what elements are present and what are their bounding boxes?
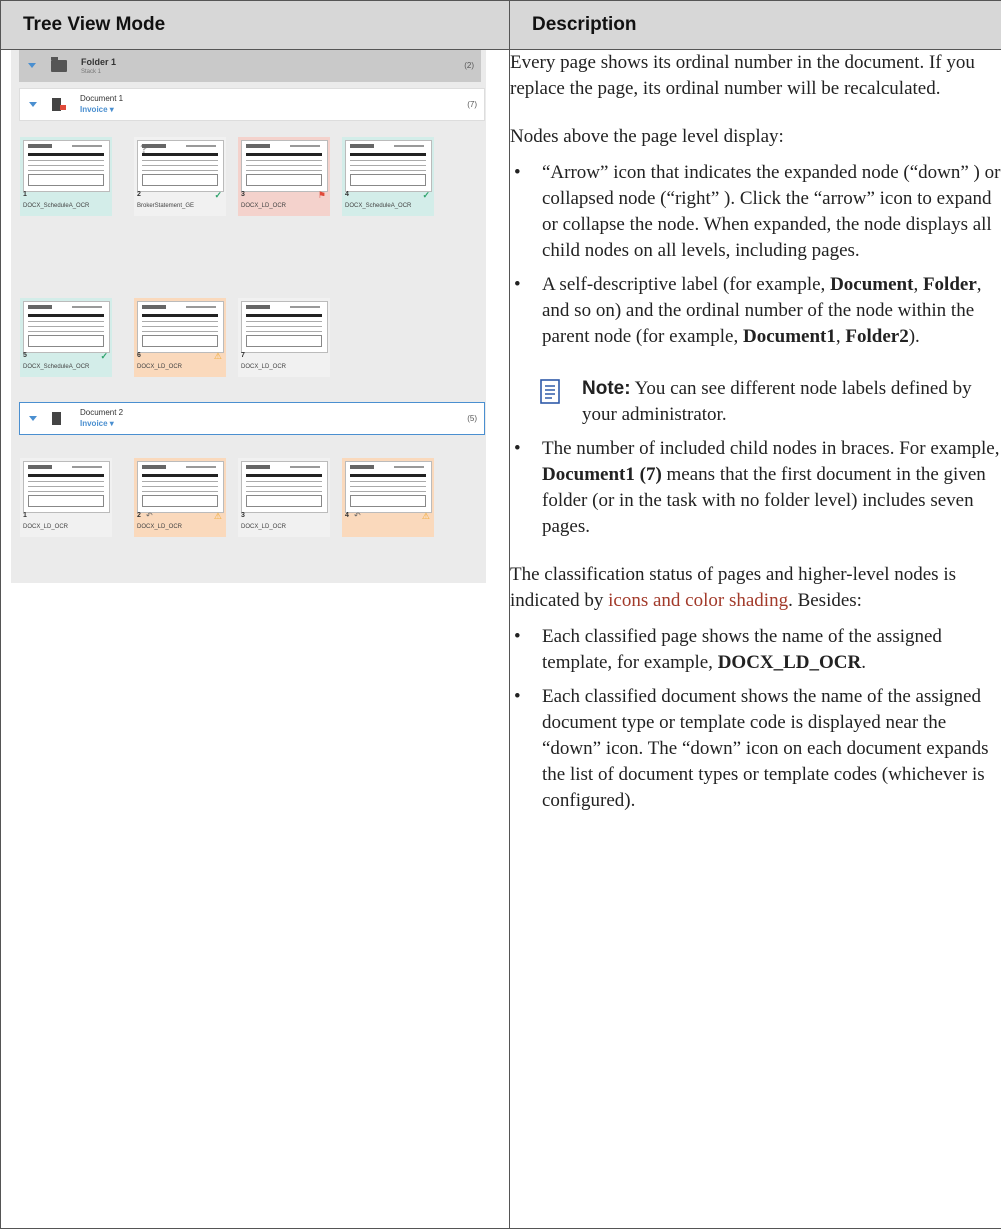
page-thumbnail[interactable]: 5 DOCX_ScheduleA_OCR ✓ bbox=[20, 298, 112, 377]
page-image bbox=[23, 301, 110, 353]
page-number: 3 bbox=[241, 191, 245, 198]
list-item: •A self-descriptive label (for example, … bbox=[510, 272, 1001, 428]
page-number: 1 bbox=[23, 191, 27, 198]
page-thumbnail[interactable]: 3 DOCX_LD_OCR bbox=[238, 458, 330, 537]
warning-icon: ⚠ bbox=[214, 511, 222, 521]
column-header-description: Description bbox=[510, 1, 1001, 50]
note-text: You can see different node labels define… bbox=[582, 378, 972, 425]
page-template-name: DOCX_LD_OCR bbox=[137, 524, 182, 530]
page-number: 7 bbox=[241, 352, 245, 359]
note: Note: You can see different node labels … bbox=[510, 376, 1001, 428]
tree-view-cell: Folder 1 Stack 1 (2) Document 1 Invoice … bbox=[1, 50, 510, 1229]
paragraph: Every page shows its ordinal number in t… bbox=[510, 50, 1001, 102]
warning-icon: ⚠ bbox=[214, 351, 222, 361]
page-image bbox=[241, 140, 328, 192]
page-number: 1 bbox=[23, 512, 27, 519]
flag-icon bbox=[60, 105, 66, 110]
page-template-name: DOCX_ScheduleA_OCR bbox=[345, 203, 411, 209]
page-image bbox=[23, 461, 110, 513]
page-number: 3 bbox=[241, 512, 245, 519]
page-thumbnail[interactable]: ?2 BrokerStatement_GE ✓ bbox=[134, 137, 226, 216]
list-item: •“Arrow” icon that indicates the expande… bbox=[510, 160, 1001, 264]
page-template-name: DOCX_LD_OCR bbox=[241, 203, 286, 209]
folder-icon bbox=[51, 60, 67, 72]
page-number: 6 bbox=[137, 352, 141, 359]
page-thumbnail[interactable]: 2 ↶ DOCX_LD_OCR ⚠ bbox=[134, 458, 226, 537]
page-template-name: DOCX_LD_OCR bbox=[241, 364, 286, 370]
bullet-icon: • bbox=[514, 272, 521, 298]
list-item: •Each classified page shows the name of … bbox=[510, 624, 1001, 676]
document-icon bbox=[52, 412, 61, 425]
bullet-list: •Each classified page shows the name of … bbox=[510, 624, 1001, 814]
page-image: ? bbox=[137, 140, 224, 192]
description-cell: Every page shows its ordinal number in t… bbox=[510, 50, 1001, 1229]
check-icon: ✓ bbox=[422, 190, 430, 200]
document-node[interactable]: Document 1 Invoice ▾ (7) bbox=[19, 88, 485, 121]
document-type-dropdown[interactable]: Invoice ▾ bbox=[80, 419, 114, 428]
page-template-name: BrokerStatement_GE bbox=[137, 203, 194, 209]
tree-view-screenshot: Folder 1 Stack 1 (2) Document 1 Invoice … bbox=[11, 50, 486, 583]
column-header-tree-view: Tree View Mode bbox=[1, 1, 510, 50]
list-item: •The number of included child nodes in b… bbox=[510, 436, 1001, 540]
folder-count: (2) bbox=[464, 61, 474, 70]
folder-subtitle: Stack 1 bbox=[81, 69, 101, 75]
page-template-name: DOCX_LD_OCR bbox=[137, 364, 182, 370]
page-number: 4 bbox=[345, 191, 349, 198]
note-icon bbox=[540, 379, 562, 405]
page-template-name: DOCX_LD_OCR bbox=[241, 524, 286, 530]
page-template-name: DOCX_ScheduleA_OCR bbox=[23, 203, 89, 209]
check-icon: ✓ bbox=[100, 351, 108, 361]
page-thumbnail[interactable]: 4 ↶ ⚠ bbox=[342, 458, 434, 537]
paragraph: The classification status of pages and h… bbox=[510, 562, 1001, 614]
check-icon: ✓ bbox=[214, 190, 222, 200]
page-image bbox=[137, 301, 224, 353]
bullet-icon: • bbox=[514, 624, 521, 650]
page-image bbox=[23, 140, 110, 192]
page-thumbnail[interactable]: 3 DOCX_LD_OCR ⚑ bbox=[238, 137, 330, 216]
document-count: (7) bbox=[467, 100, 477, 109]
page-number: 4 bbox=[345, 512, 349, 519]
page-number: 5 bbox=[23, 352, 27, 359]
description-table: Tree View Mode Description Folder 1 Stac… bbox=[0, 0, 1001, 1229]
bullet-icon: • bbox=[514, 436, 521, 462]
warning-icon: ⚠ bbox=[422, 511, 430, 521]
document-type-dropdown[interactable]: Invoice ▾ bbox=[80, 105, 114, 114]
page-template-name: DOCX_LD_OCR bbox=[23, 524, 68, 530]
page-thumbnail[interactable]: 1 DOCX_LD_OCR bbox=[20, 458, 112, 537]
page-image bbox=[345, 140, 432, 192]
replaced-arrow-icon: ↶ bbox=[354, 511, 361, 520]
folder-title: Folder 1 bbox=[81, 57, 116, 67]
flag-icon: ⚑ bbox=[318, 190, 326, 200]
expand-arrow-icon[interactable] bbox=[29, 102, 37, 107]
bullet-list: •“Arrow” icon that indicates the expande… bbox=[510, 160, 1001, 540]
page-image bbox=[241, 301, 328, 353]
page-number: 2 bbox=[137, 191, 141, 198]
page-thumbnail[interactable]: 1 DOCX_ScheduleA_OCR bbox=[20, 137, 112, 216]
page-thumbnail[interactable]: 6 DOCX_LD_OCR ⚠ bbox=[134, 298, 226, 377]
note-label: Note: bbox=[582, 378, 631, 399]
folder-node[interactable]: Folder 1 Stack 1 (2) bbox=[19, 50, 481, 82]
expand-arrow-icon[interactable] bbox=[29, 416, 37, 421]
icons-and-color-shading-link[interactable]: icons and color shading bbox=[608, 590, 788, 611]
page-thumbnail[interactable]: 4 DOCX_ScheduleA_OCR ✓ bbox=[342, 137, 434, 216]
page-image bbox=[137, 461, 224, 513]
page-image bbox=[241, 461, 328, 513]
page-template-name: DOCX_ScheduleA_OCR bbox=[23, 364, 89, 370]
bullet-icon: • bbox=[514, 160, 521, 186]
page-thumbnail[interactable]: 7 DOCX_LD_OCR bbox=[238, 298, 330, 377]
replaced-arrow-icon: ↶ bbox=[146, 511, 153, 520]
document-count: (5) bbox=[467, 414, 477, 423]
document-node[interactable]: Document 2 Invoice ▾ (5) bbox=[19, 402, 485, 435]
document-title: Document 1 bbox=[80, 94, 123, 103]
page-number: 2 bbox=[137, 512, 141, 519]
bullet-icon: • bbox=[514, 684, 521, 710]
expand-arrow-icon[interactable] bbox=[28, 63, 36, 68]
page-image bbox=[345, 461, 432, 513]
list-item: •Each classified document shows the name… bbox=[510, 684, 1001, 814]
paragraph: Nodes above the page level display: bbox=[510, 124, 1001, 150]
document-title: Document 2 bbox=[80, 408, 123, 417]
